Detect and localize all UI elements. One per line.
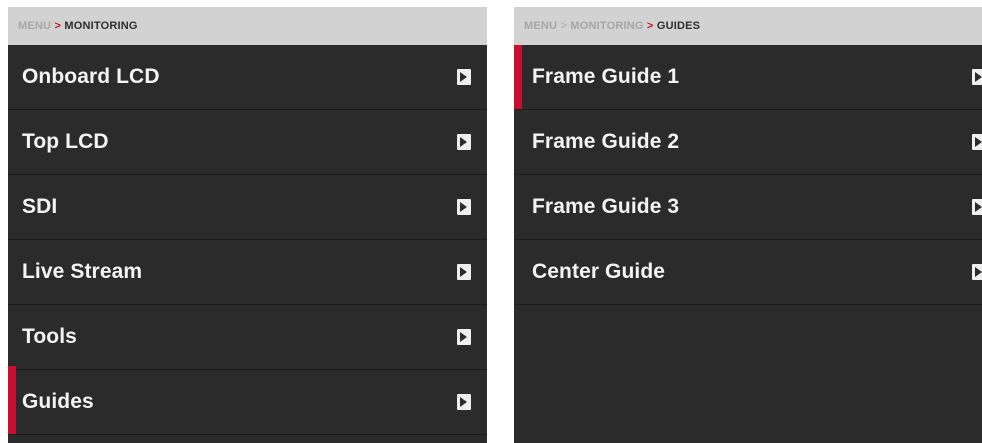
menu-item-label: Frame Guide 1 (532, 65, 680, 88)
menu-item-label: Live Stream (22, 260, 143, 283)
chevron-right-icon (972, 69, 982, 85)
menu-item-frame-guide-3[interactable]: Frame Guide 3 (514, 175, 982, 240)
chevron-right-icon (972, 134, 982, 150)
menu-item-label: Frame Guide 2 (532, 130, 680, 153)
menu-item-top-lcd[interactable]: Top LCD (8, 110, 487, 175)
breadcrumb-separator: > (54, 20, 62, 32)
menu-item-guides[interactable]: Guides (8, 366, 487, 435)
menu-item-frame-guide-1[interactable]: Frame Guide 1 (514, 45, 982, 110)
menu-item-live-stream[interactable]: Live Stream (8, 240, 487, 305)
breadcrumb-current: MONITORING (64, 20, 138, 32)
selection-indicator (8, 366, 16, 434)
menu-item-label: Guides (22, 390, 94, 413)
menu-item-frame-guide-2[interactable]: Frame Guide 2 (514, 110, 982, 175)
breadcrumb-root[interactable]: MENU (524, 20, 557, 32)
menu-item-label: Frame Guide 3 (532, 195, 680, 218)
selection-indicator (514, 45, 522, 109)
chevron-right-icon (457, 134, 471, 150)
breadcrumb: MENU > MONITORING (8, 7, 487, 45)
chevron-right-icon (457, 394, 471, 410)
chevron-right-icon (457, 264, 471, 280)
monitoring-menu-panel: MENU > MONITORING Onboard LCD Top LCD SD… (8, 7, 487, 443)
menu-item-label: SDI (22, 195, 58, 218)
breadcrumb-separator: > (560, 20, 568, 32)
chevron-right-icon (972, 264, 982, 280)
menu-item-label: Top LCD (22, 130, 109, 153)
menu-item-center-guide[interactable]: Center Guide (514, 240, 982, 305)
breadcrumb-current: GUIDES (656, 20, 701, 32)
menu-item-sdi[interactable]: SDI (8, 175, 487, 240)
breadcrumb-root[interactable]: MENU (18, 20, 51, 32)
breadcrumb-separator: > (646, 20, 654, 32)
menu-item-label: Onboard LCD (22, 65, 160, 88)
breadcrumb-parent[interactable]: MONITORING (570, 20, 643, 32)
chevron-right-icon (457, 329, 471, 345)
breadcrumb: MENU > MONITORING > GUIDES (514, 7, 982, 45)
guides-menu-panel: MENU > MONITORING > GUIDES Frame Guide 1… (514, 7, 982, 443)
menu-list: Frame Guide 1 Frame Guide 2 Frame Guide … (514, 45, 982, 305)
chevron-right-icon (457, 199, 471, 215)
menu-item-label: Tools (22, 325, 77, 348)
menu-item-onboard-lcd[interactable]: Onboard LCD (8, 45, 487, 110)
menu-list: Onboard LCD Top LCD SDI Live Stream Tool… (8, 45, 487, 435)
chevron-right-icon (457, 69, 471, 85)
menu-item-label: Center Guide (532, 260, 666, 283)
chevron-right-icon (972, 199, 982, 215)
menu-item-tools[interactable]: Tools (8, 305, 487, 370)
